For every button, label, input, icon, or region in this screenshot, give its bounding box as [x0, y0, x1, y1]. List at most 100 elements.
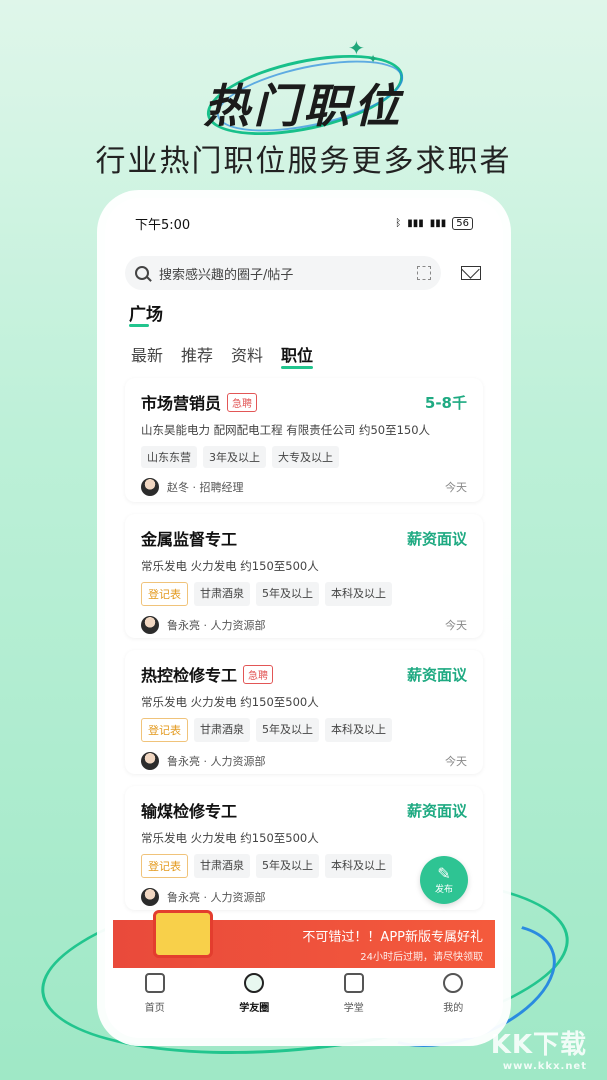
post-time: 今天 — [445, 755, 467, 768]
sparkle-icon: ✦ — [348, 36, 365, 60]
gift-icon — [153, 910, 213, 958]
job-salary: 薪资面议 — [406, 801, 467, 820]
tag-registration: 登记表 — [141, 718, 188, 742]
company-info: 常乐发电 火力发电 约150至500人 — [141, 695, 319, 709]
section-underline — [129, 324, 149, 327]
planet-icon — [244, 972, 265, 993]
job-salary: 薪资面议 — [406, 529, 467, 548]
hero-subtitle: 行业热门职位服务更多求职者 — [95, 144, 512, 179]
urgent-badge: 急聘 — [227, 392, 258, 412]
search-icon — [135, 266, 149, 280]
job-card[interactable]: 金属监督专工 薪资面议 常乐发电 火力发电 约150至500人 登记表 甘肃酒泉… — [125, 514, 483, 638]
section-title-text: 广场 — [129, 305, 163, 325]
nav-school-label: 学堂 — [343, 1002, 364, 1014]
tag-list: 登记表 甘肃酒泉 5年及以上 本科及以上 — [141, 582, 467, 606]
promo-headline: 不可错过！！APP新版专属好礼 — [302, 929, 483, 945]
job-card[interactable]: 热控检修专工 急聘 薪资面议 常乐发电 火力发电 约150至500人 登记表 甘… — [125, 650, 483, 774]
tag-education: 本科及以上 — [325, 854, 392, 878]
home-icon — [144, 972, 165, 993]
mail-icon[interactable] — [461, 266, 481, 280]
tab-jobs[interactable]: 职位 — [281, 342, 314, 369]
tab-jobs-label: 职位 — [281, 346, 314, 365]
tag-location: 山东东营 — [141, 446, 197, 468]
sparkle-icon: ✦ — [368, 52, 379, 66]
signal-icon: ▮▮▮ — [407, 217, 424, 229]
avatar — [141, 752, 159, 770]
post-time: 今天 — [445, 619, 467, 632]
tag-list: 山东东营 3年及以上 大专及以上 — [141, 446, 467, 468]
section-title: 广场 — [129, 300, 163, 327]
tab-bar: 最新 推荐 资料 职位 — [131, 342, 314, 369]
company-info: 山东昊能电力 配网配电工程 有限责任公司 约50至150人 — [141, 423, 431, 437]
job-title: 市场营销员 — [141, 394, 222, 413]
nav-me-label: 我的 — [443, 1002, 464, 1014]
tab-underline — [281, 366, 314, 369]
battery-icon: 56 — [452, 216, 473, 230]
tag-education: 大专及以上 — [272, 446, 339, 468]
watermark-brand: KK下载 — [490, 1030, 587, 1060]
tag-list: 登记表 甘肃酒泉 5年及以上 本科及以上 — [141, 718, 467, 742]
avatar — [141, 616, 159, 634]
tag-list: 登记表 甘肃酒泉 5年及以上 本科及以上 — [141, 854, 467, 878]
poster-row: 鲁永亮 · 人力资源部 — [141, 888, 467, 906]
job-salary: 薪资面议 — [406, 665, 467, 684]
tag-experience: 5年及以上 — [256, 718, 319, 742]
tag-location: 甘肃酒泉 — [194, 582, 250, 606]
job-title: 输煤检修专工 — [141, 802, 238, 821]
tab-recommend[interactable]: 推荐 — [181, 342, 213, 366]
publish-button[interactable]: ✎ 发布 — [420, 856, 468, 904]
promo-banner[interactable]: 不可错过！！APP新版专属好礼 24小时后过期，请尽快领取 — [113, 910, 495, 968]
search-row: 搜索感兴趣的圈子/帖子 — [125, 256, 483, 290]
poster-name: 赵冬 · 招聘经理 — [167, 481, 244, 494]
status-bar: 下午5:00 ᛒ ▮▮▮ ▮▮▮ 56 — [105, 198, 503, 238]
tag-education: 本科及以上 — [325, 718, 392, 742]
nav-community[interactable]: 学友圈 — [224, 972, 284, 1014]
nav-community-label: 学友圈 — [239, 1002, 270, 1014]
poster-row: 鲁永亮 · 人力资源部 今天 — [141, 616, 467, 634]
poster-name: 鲁永亮 · 人力资源部 — [167, 619, 266, 632]
scan-icon[interactable] — [417, 266, 431, 280]
post-time: 今天 — [445, 481, 467, 494]
promo-subtext: 24小时后过期，请尽快领取 — [360, 951, 483, 963]
job-title: 热控检修专工 — [141, 666, 238, 685]
tag-location: 甘肃酒泉 — [194, 854, 250, 878]
job-title: 金属监督专工 — [141, 530, 238, 549]
tag-education: 本科及以上 — [325, 582, 392, 606]
job-salary: 5-8千 — [424, 393, 467, 412]
phone-screen: 下午5:00 ᛒ ▮▮▮ ▮▮▮ 56 搜索感兴趣的圈子/帖子 广场 最新 推荐… — [105, 198, 503, 1038]
nav-school[interactable]: 学堂 — [324, 972, 384, 1014]
avatar — [141, 478, 159, 496]
search-placeholder: 搜索感兴趣的圈子/帖子 — [159, 267, 294, 283]
tag-experience: 3年及以上 — [203, 446, 266, 468]
tag-experience: 5年及以上 — [256, 854, 319, 878]
avatar — [141, 888, 159, 906]
bluetooth-icon: ᛒ — [395, 217, 402, 229]
watermark: KK下载 www.kkx.net — [491, 1024, 587, 1072]
search-input[interactable]: 搜索感兴趣的圈子/帖子 — [125, 256, 441, 290]
publish-label: 发布 — [434, 884, 453, 895]
tag-experience: 5年及以上 — [256, 582, 319, 606]
nav-me[interactable]: 我的 — [423, 972, 483, 1014]
pen-icon: ✎ — [437, 863, 451, 883]
poster-row: 赵冬 · 招聘经理 今天 — [141, 478, 467, 496]
company-info: 常乐发电 火力发电 约150至500人 — [141, 559, 319, 573]
company-info: 常乐发电 火力发电 约150至500人 — [141, 831, 319, 845]
poster-name: 鲁永亮 · 人力资源部 — [167, 755, 266, 768]
watermark-url: www.kkx.net — [502, 1061, 587, 1072]
job-card[interactable]: 市场营销员 急聘 5-8千 山东昊能电力 配网配电工程 有限责任公司 约50至1… — [125, 378, 483, 502]
tab-latest[interactable]: 最新 — [131, 342, 163, 366]
poster-name: 鲁永亮 · 人力资源部 — [167, 891, 266, 904]
tag-registration: 登记表 — [141, 582, 188, 606]
job-list: 市场营销员 急聘 5-8千 山东昊能电力 配网配电工程 有限责任公司 约50至1… — [125, 378, 483, 922]
book-icon — [343, 972, 364, 993]
bottom-nav: 首页 学友圈 学堂 我的 — [105, 968, 503, 1028]
nav-home[interactable]: 首页 — [125, 972, 185, 1014]
poster-row: 鲁永亮 · 人力资源部 今天 — [141, 752, 467, 770]
urgent-badge: 急聘 — [243, 664, 274, 684]
tag-location: 甘肃酒泉 — [194, 718, 250, 742]
hero-title: 热门职位 — [203, 79, 404, 133]
tag-registration: 登记表 — [141, 854, 188, 878]
profile-icon — [443, 972, 464, 993]
tab-resources[interactable]: 资料 — [231, 342, 263, 366]
status-icons: ᛒ ▮▮▮ ▮▮▮ 56 — [395, 216, 473, 230]
